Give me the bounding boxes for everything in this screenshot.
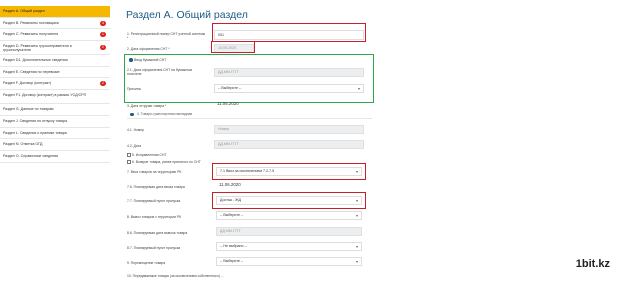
sidebar-item-section-c[interactable]: Раздел С. Реквизиты получателя 1 <box>0 29 110 42</box>
date2-label: 4.2. Дата <box>127 144 142 148</box>
sidebar: Раздел А. Общий раздел Раздел В. Реквизи… <box>0 6 110 163</box>
ship-date-label: 3. Дата отгрузки товара * <box>127 104 167 108</box>
sidebar-item-section-e[interactable]: Раздел E. Сведения по перевозке <box>0 67 110 79</box>
sidebar-item-section-d1[interactable]: Раздел D1. Дополнительные сведения <box>0 55 110 67</box>
sidebar-item-section-j[interactable]: Раздел J. Сведения по отпуску товара <box>0 116 110 128</box>
highlight-box <box>212 23 366 42</box>
sidebar-item-label: Раздел F1. Договор (контракт) в рамках У… <box>3 92 87 97</box>
planned-import-date-input[interactable]: 11.06.2020 <box>216 181 276 190</box>
sidebar-item-section-g[interactable]: Раздел G. Данные по товарам <box>0 104 110 116</box>
paper-date-input[interactable]: ДД.ММ.ГГГГ <box>214 68 364 77</box>
movement-label: 9. Перемещение товара <box>127 261 166 265</box>
sidebar-item-label: Раздел E. Сведения по перевозке <box>3 69 60 74</box>
reason-label: Причина <box>127 87 141 91</box>
highlight-box <box>212 163 366 180</box>
sidebar-item-section-l[interactable]: Раздел L. Сведения о приемке товара <box>0 128 110 140</box>
sidebar-item-section-b[interactable]: Раздел В. Реквизиты поставщика 4 <box>0 18 110 30</box>
export-checkpoint-select[interactable]: -- Не выбрано -- <box>216 242 362 251</box>
sidebar-item-label: Раздел D. Реквизиты грузоотправителя и г… <box>3 43 72 52</box>
sidebar-item-label: Раздел G. Данные по товарам <box>3 107 54 112</box>
corrected-snt-checkbox[interactable] <box>127 153 131 157</box>
error-count-badge: 2 <box>100 45 106 51</box>
error-count-badge: 2 <box>100 81 106 87</box>
export-checkpoint-label: 8.7. Планируемый пункт пропуска <box>127 246 181 250</box>
sidebar-item-section-f1[interactable]: Раздел F1. Договор (контракт) в рамках У… <box>0 90 110 105</box>
paper-date-label: 2.1. Дата оформления СНТ на бумажном нос… <box>127 68 192 76</box>
export-label: 8. Вывоз товаров с территории РК <box>127 215 182 219</box>
date-label: 2. Дата оформления СНТ * <box>127 47 170 51</box>
sidebar-item-section-f[interactable]: Раздел F. Договор (контракт) 2 <box>0 78 110 91</box>
number-input[interactable]: Номер <box>214 125 364 134</box>
return-goods-checkbox[interactable] <box>127 160 131 164</box>
planned-import-date-label: 7.6. Планируемая дата ввоза товара <box>127 185 185 189</box>
paper-snt-label: Ввод бумажной СНТ <box>134 58 167 62</box>
sidebar-item-label: Раздел J. Сведения по отпуску товара <box>3 118 67 123</box>
waybill-tab[interactable]: 4. Товаро-транспортная накладная <box>127 110 372 119</box>
waybill-label: 4. Товаро-транспортная накладная <box>137 112 193 116</box>
sidebar-item-section-n[interactable]: Раздел N. Отметка ОГД <box>0 139 110 151</box>
number-label: 4.1. Номер <box>127 128 145 132</box>
sidebar-item-label: Раздел В. Реквизиты поставщика <box>3 20 59 25</box>
import-label: 7. Ввоз товаров на территорию РК <box>127 170 182 174</box>
highlight-box <box>212 192 366 209</box>
transfer-label: 10. Передаваемые товары (за исключением … <box>127 274 224 278</box>
sidebar-item-section-o[interactable]: Раздел О. Справочные сведения <box>0 151 110 163</box>
watermark-logo: 1bit.kz <box>575 258 610 270</box>
highlight-box <box>211 41 255 53</box>
sidebar-item-label: Раздел D1. Дополнительные сведения <box>3 58 68 63</box>
corrected-snt-label: 5. Исправленная СНТ <box>132 153 167 157</box>
movement-select[interactable]: -- Выберите -- <box>216 257 362 266</box>
planned-export-date-label: 8.6. Планируемая дата вывоза товара <box>127 231 188 235</box>
sidebar-item-label: Раздел А. Общий раздел <box>3 9 45 13</box>
planned-export-date-input[interactable]: ДД.ММ.ГГГГ <box>216 227 362 236</box>
ship-date-input[interactable]: 11.06.2020 <box>214 100 274 109</box>
paper-snt-radio[interactable] <box>129 58 133 62</box>
waybill-radio[interactable] <box>130 112 134 117</box>
reason-select[interactable]: -- Выберите -- <box>214 84 364 93</box>
sidebar-item-label: Раздел N. Отметка ОГД <box>3 142 43 147</box>
error-count-badge: 1 <box>100 32 106 38</box>
export-select[interactable]: -- Выберите -- <box>216 211 362 220</box>
reg-number-label: 1. Регистрационный номер СНТ учетной сис… <box>127 32 206 40</box>
sidebar-item-label: Раздел О. Справочные сведения <box>3 153 59 158</box>
sidebar-item-section-a[interactable]: Раздел А. Общий раздел <box>0 6 110 18</box>
checkpoint-label: 7.7. Планируемый пункт пропуска <box>127 199 181 203</box>
sidebar-item-section-d[interactable]: Раздел D. Реквизиты грузоотправителя и г… <box>0 41 110 56</box>
error-count-badge: 4 <box>100 20 106 26</box>
page-title: Раздел А. Общий раздел <box>126 9 248 21</box>
date2-input[interactable]: ДД.ММ.ГГГГ <box>214 140 364 149</box>
sidebar-item-label: Раздел F. Договор (контракт) <box>3 81 52 86</box>
sidebar-item-label: Раздел L. Сведения о приемке товара <box>3 130 67 135</box>
sidebar-item-label: Раздел С. Реквизиты получателя <box>3 32 59 37</box>
return-goods-label: 6. Возврат товара, ранее принятого по СН… <box>132 160 201 164</box>
